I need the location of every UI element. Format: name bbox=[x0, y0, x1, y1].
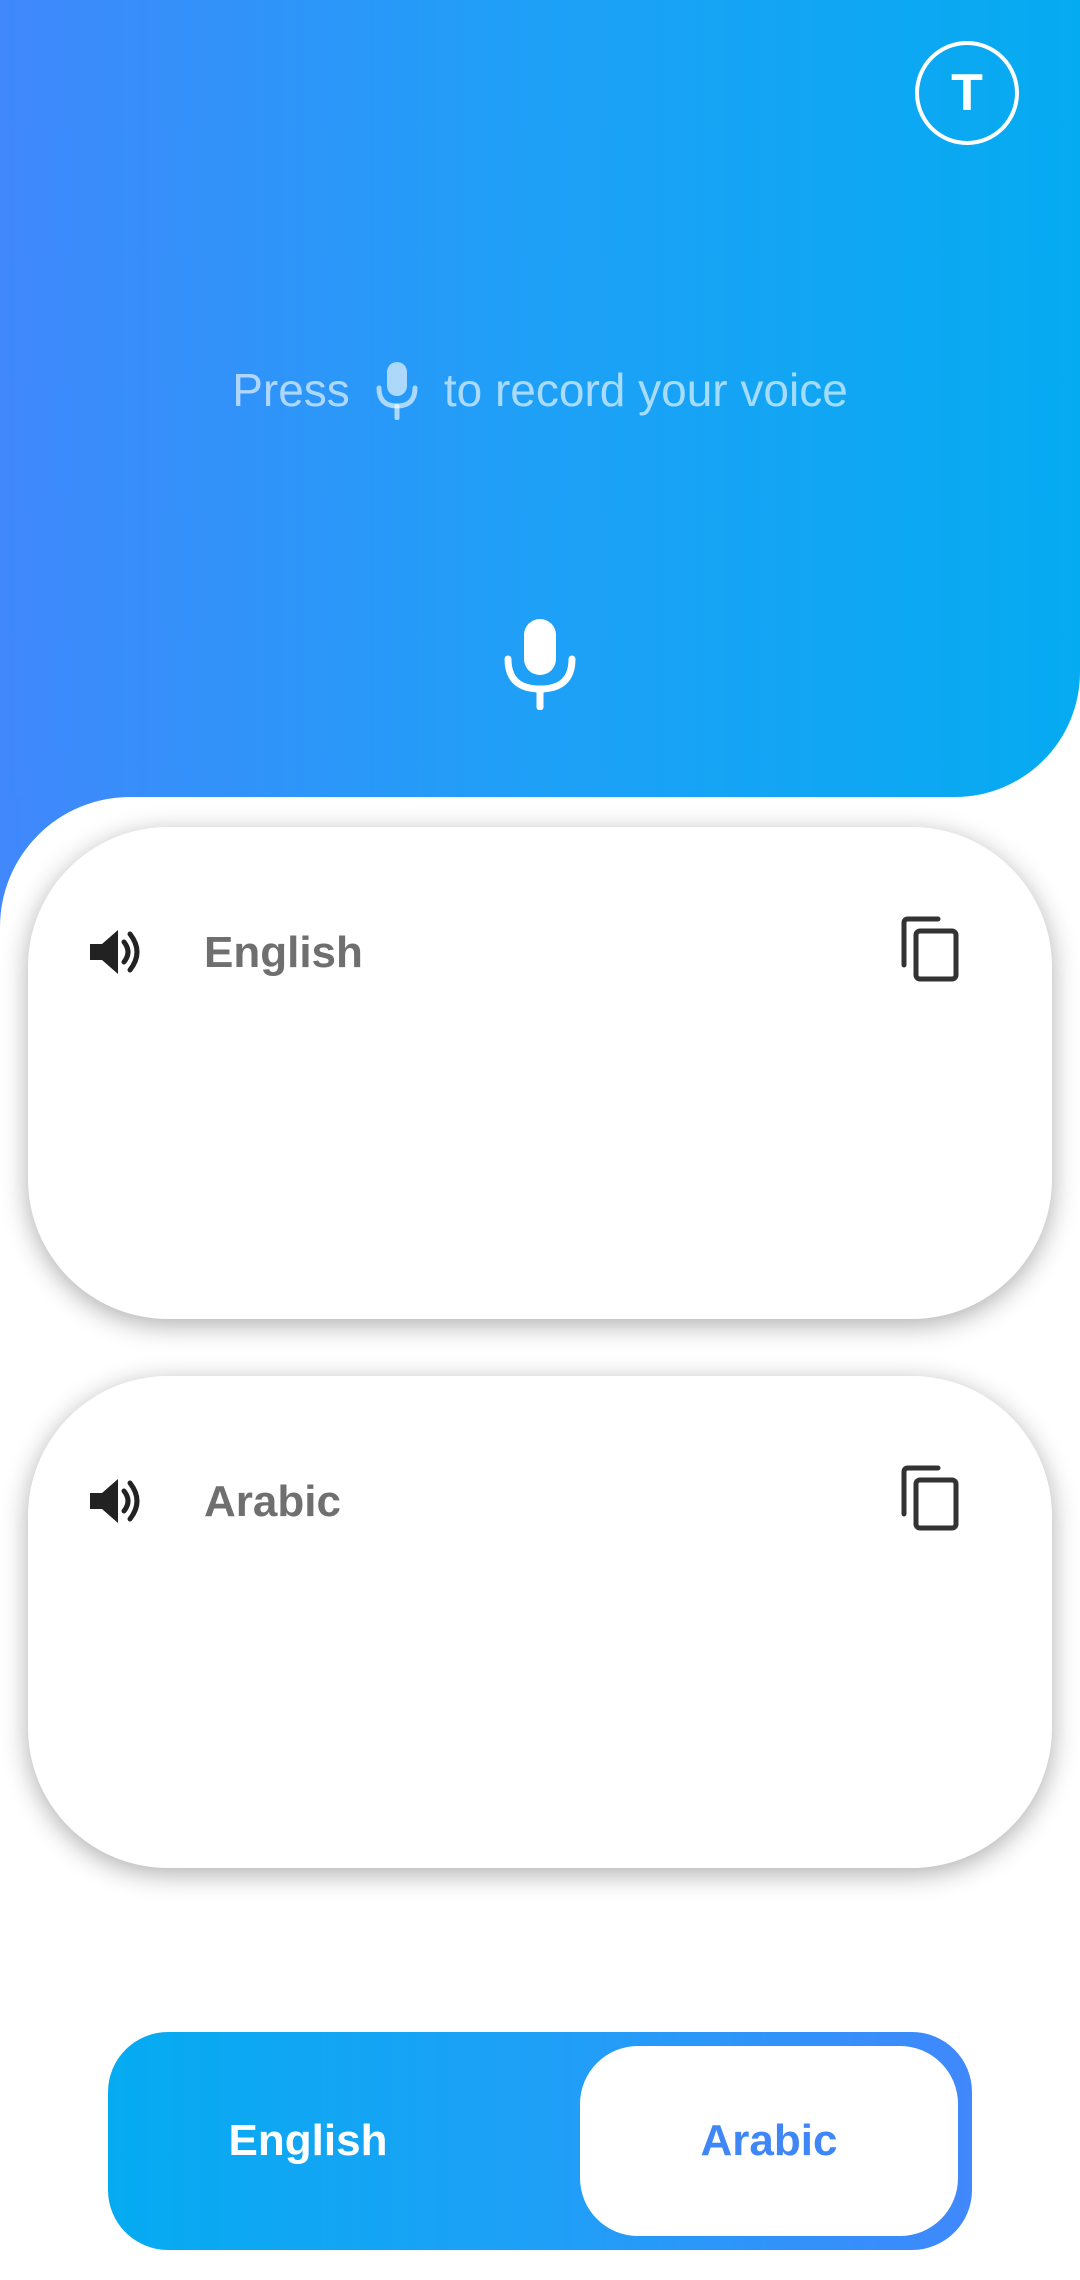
language-toggle: English Arabic bbox=[108, 2032, 972, 2250]
card-language-label: English bbox=[204, 928, 363, 977]
hint-text-after: to record your voice bbox=[443, 364, 848, 416]
microphone-icon bbox=[372, 360, 422, 420]
record-hint: Press to record your voice bbox=[0, 355, 1080, 425]
record-microphone-icon[interactable] bbox=[500, 615, 580, 711]
toggle-option-english[interactable]: English bbox=[108, 2032, 508, 2250]
profile-initial: T bbox=[951, 64, 983, 122]
target-language-card: Arabic bbox=[28, 1376, 1052, 1868]
speaker-icon[interactable] bbox=[86, 1471, 146, 1531]
toggle-option-arabic[interactable]: Arabic bbox=[580, 2046, 958, 2236]
speaker-icon[interactable] bbox=[86, 922, 146, 982]
source-language-card: English bbox=[28, 827, 1052, 1319]
card-text-area[interactable] bbox=[108, 1556, 972, 1788]
card-language-label: Arabic bbox=[204, 1477, 341, 1526]
header-region bbox=[0, 0, 1080, 930]
hint-text-before: Press bbox=[232, 364, 350, 416]
card-text-area[interactable] bbox=[108, 1007, 972, 1239]
copy-icon[interactable] bbox=[898, 1464, 962, 1532]
profile-button[interactable]: T bbox=[915, 41, 1019, 145]
copy-icon[interactable] bbox=[898, 915, 962, 983]
